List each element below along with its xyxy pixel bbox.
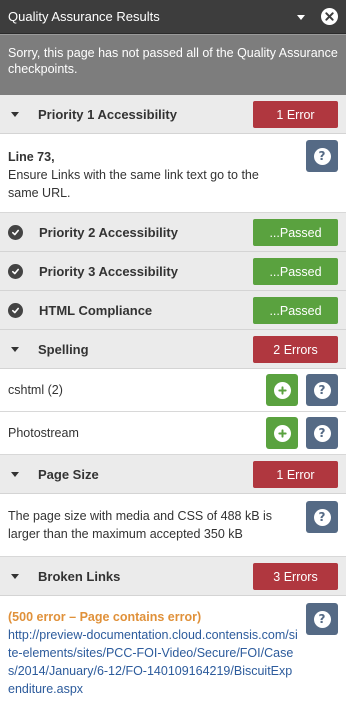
error-count-badge: 2 Errors [253,336,338,363]
list-item: The page size with media and CSS of 488 … [0,494,346,557]
error-count-badge: 1 Error [253,461,338,488]
help-button[interactable]: ? [306,417,338,449]
spelling-word: cshtml (2) [8,383,63,397]
broken-link-error: (500 error – Page contains error) [8,610,202,624]
list-item: (500 error – Page contains error) http:/… [0,596,346,721]
expand-triangle-icon[interactable] [8,107,22,121]
help-button[interactable]: ? [306,374,338,406]
section-priority-2-accessibility[interactable]: Priority 2 Accessibility ...Passed [0,213,346,252]
section-page-size[interactable]: Page Size 1 Error [0,455,346,494]
help-button[interactable]: ? [306,501,338,533]
section-broken-links[interactable]: Broken Links 3 Errors [0,557,346,596]
help-button[interactable]: ? [306,140,338,172]
collapse-caret-icon[interactable] [297,14,305,20]
panel-title: Quality Assurance Results [8,9,160,24]
check-circle-icon [8,263,23,279]
qa-failed-alert: Sorry, this page has not passed all of t… [0,34,346,95]
expand-triangle-icon[interactable] [8,569,22,583]
question-mark-icon: ? [313,508,331,526]
panel-titlebar: Quality Assurance Results [0,0,346,34]
section-spelling[interactable]: Spelling 2 Errors [0,330,346,369]
list-item: Line 73, Ensure Links with the same link… [0,134,346,213]
question-mark-icon: ? [313,424,331,442]
error-count-badge: 3 Errors [253,563,338,590]
plus-icon [273,381,291,399]
section-priority-1-accessibility[interactable]: Priority 1 Accessibility 1 Error [0,95,346,134]
question-mark-icon: ? [313,610,331,628]
check-circle-icon [8,302,23,318]
broken-link-url[interactable]: http://preview-documentation.cloud.conte… [8,628,298,696]
close-icon[interactable] [321,8,338,25]
expand-triangle-icon[interactable] [8,342,22,356]
plus-icon [273,424,291,442]
add-to-dictionary-button[interactable] [266,417,298,449]
spelling-word: Photostream [8,426,79,440]
check-circle-icon [8,224,23,240]
passed-badge: ...Passed [253,219,338,246]
question-mark-icon: ? [313,381,331,399]
page-size-message: The page size with media and CSS of 488 … [8,509,273,541]
section-html-compliance[interactable]: HTML Compliance ...Passed [0,291,346,330]
qa-results-panel: Quality Assurance Results Sorry, this pa… [0,0,346,721]
error-count-badge: 1 Error [253,101,338,128]
expand-triangle-icon[interactable] [8,467,22,481]
issue-line: Line 73, [8,150,55,164]
section-priority-3-accessibility[interactable]: Priority 3 Accessibility ...Passed [0,252,346,291]
issue-text: Ensure Links with the same link text go … [8,168,259,200]
passed-badge: ...Passed [253,258,338,285]
help-button[interactable]: ? [306,603,338,635]
add-to-dictionary-button[interactable] [266,374,298,406]
question-mark-icon: ? [313,147,331,165]
passed-badge: ...Passed [253,297,338,324]
list-item: Photostream ? [0,412,346,455]
list-item: cshtml (2) ? [0,369,346,412]
